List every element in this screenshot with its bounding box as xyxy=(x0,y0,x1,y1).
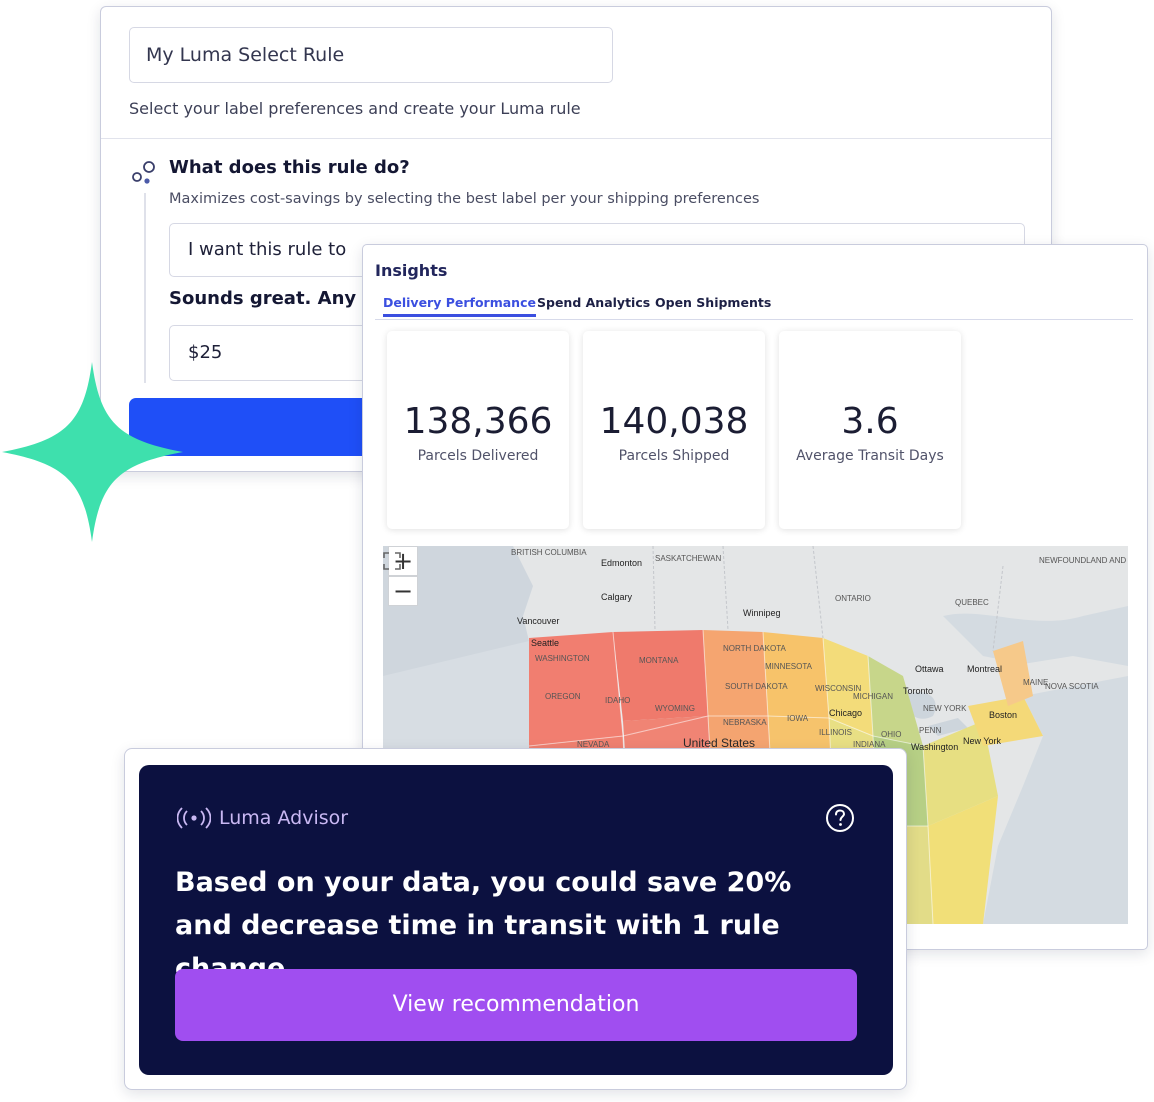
advisor-panel: Luma Advisor Based on your data, you cou… xyxy=(139,765,893,1075)
map-label: Boston xyxy=(989,710,1018,720)
map-label: New York xyxy=(963,736,1002,746)
map-label: IOWA xyxy=(787,714,809,723)
map-label: OHIO xyxy=(881,730,902,739)
question-title: What does this rule do? xyxy=(169,157,410,178)
view-recommendation-button[interactable]: View recommendation xyxy=(175,969,857,1041)
map-label: Montreal xyxy=(967,664,1003,674)
map-label: ILLINOIS xyxy=(819,728,852,737)
stat-value: 140,038 xyxy=(599,401,749,442)
insights-title: Insights xyxy=(375,261,448,280)
map-label: BRITISH COLUMBIA xyxy=(511,548,587,557)
map-label: SOUTH DAKOTA xyxy=(725,682,788,691)
map-label: Toronto xyxy=(903,686,934,696)
rule-divider xyxy=(101,138,1051,139)
stat-value: 138,366 xyxy=(403,401,553,442)
stat-parcels-delivered: 138,366 Parcels Delivered xyxy=(387,331,569,529)
map-label: MINNESOTA xyxy=(765,662,812,671)
map-label: NEW YORK xyxy=(923,704,967,713)
map-label: MICHIGAN xyxy=(853,692,893,701)
stat-parcels-shipped: 140,038 Parcels Shipped xyxy=(583,331,765,529)
map-label: ONTARIO xyxy=(835,594,871,603)
help-icon[interactable] xyxy=(825,803,855,833)
map-label: OREGON xyxy=(545,692,581,701)
steps-connector xyxy=(144,193,146,383)
broadcast-icon xyxy=(177,807,211,829)
map-label: Winnipeg xyxy=(743,608,781,618)
map-label: Edmonton xyxy=(601,558,643,568)
question-description: Maximizes cost-savings by selecting the … xyxy=(169,191,760,207)
tab-spend-analytics[interactable]: Spend Analytics xyxy=(537,295,650,317)
advisor-label: Luma Advisor xyxy=(219,807,349,829)
tab-delivery-performance[interactable]: Delivery Performance xyxy=(383,295,536,317)
map-label: QUEBEC xyxy=(955,598,989,607)
stat-value: 3.6 xyxy=(841,401,899,442)
tab-open-shipments[interactable]: Open Shipments xyxy=(655,295,771,317)
map-label: Seattle xyxy=(531,638,560,648)
map-label: PENN xyxy=(919,726,942,735)
zoom-out-button[interactable]: − xyxy=(388,576,418,606)
map-label: SASKATCHEWAN xyxy=(655,554,722,563)
rule-name-input[interactable]: My Luma Select Rule xyxy=(129,27,613,83)
map-label: Vancouver xyxy=(517,616,560,626)
map-label: NORTH DAKOTA xyxy=(723,644,786,653)
fullscreen-icon[interactable] xyxy=(383,552,401,570)
map-label: Calgary xyxy=(601,592,633,602)
map-label: NEBRASKA xyxy=(723,718,767,727)
map-label: MONTANA xyxy=(639,656,679,665)
map-label: IDAHO xyxy=(605,696,631,705)
map-label: WASHINGTON xyxy=(535,654,590,663)
map-label: WYOMING xyxy=(655,704,695,713)
stat-label: Parcels Delivered xyxy=(417,448,539,464)
stat-label: Average Transit Days xyxy=(796,448,944,464)
map-label: NEWFOUNDLAND AND LABRAD xyxy=(1039,556,1128,565)
insights-tabs: Delivery Performance Spend Analytics Ope… xyxy=(375,295,1133,320)
sparkle-icon xyxy=(2,362,183,542)
stat-average-transit-days: 3.6 Average Transit Days xyxy=(779,331,961,529)
map-label: Chicago xyxy=(829,708,863,718)
rule-steps-icon xyxy=(132,161,155,184)
followup-question-title: Sounds great. Any p xyxy=(169,288,376,309)
map-label: Washington xyxy=(911,742,959,752)
map-label: Ottawa xyxy=(915,664,944,674)
rule-subtitle: Select your label preferences and create… xyxy=(129,99,581,118)
stat-label: Parcels Shipped xyxy=(618,448,730,464)
map-label: NOVA SCOTIA xyxy=(1045,682,1099,691)
advisor-card: Luma Advisor Based on your data, you cou… xyxy=(124,748,907,1090)
